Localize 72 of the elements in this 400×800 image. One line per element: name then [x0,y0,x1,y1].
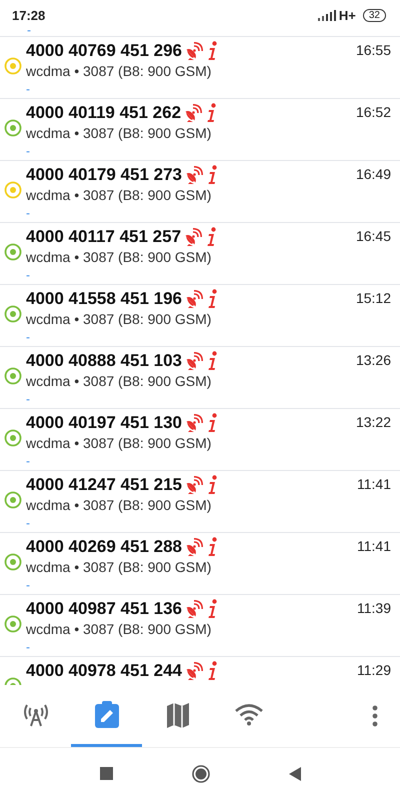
dash-text: - [26,83,31,95]
satellite-dish-icon [185,662,203,680]
info-icon [208,537,218,557]
dash-text: - [26,269,31,281]
time-text: 13:22 [356,413,392,432]
satellite-dish-icon [184,228,202,246]
satellite-dish-icon [185,414,203,432]
info-icon [208,351,218,371]
network-type: H+ [338,8,356,22]
cell-id: 4000 40978 451 244 [26,661,182,681]
cell-id: 4000 41558 451 196 [26,289,182,309]
info-icon [208,41,218,61]
square-icon [98,765,116,783]
cell-id: 4000 41247 451 215 [26,475,182,495]
info-icon [208,599,218,619]
cell-details: wcdma • 3087 (B8: 900 GSM) [26,125,212,141]
satellite-dish-icon [185,476,203,494]
satellite-dish-icon [185,352,203,370]
cell-details: wcdma • 3087 (B8: 900 GSM) [26,435,212,451]
dash-text: - [26,455,31,467]
dash-text: - [26,207,31,219]
cell-id: 4000 40117 451 257 [26,227,182,247]
dash-text: - [26,331,31,343]
satellite-dish-icon [185,166,203,184]
cell-id: 4000 40769 451 296 [26,41,182,61]
dash-text: - [26,579,31,591]
time-text: 15:12 [356,289,392,308]
time-text: 11:41 [357,475,392,494]
time-text: 16:55 [356,41,392,60]
info-icon [207,103,218,123]
time-text: 11:29 [357,661,392,680]
more-icon [372,705,378,727]
signal-icon [318,10,336,20]
battery-level: 32 [362,8,386,22]
dash-text: - [26,641,31,653]
time-text: 11:39 [357,599,392,618]
cell-id: 4000 40888 451 103 [26,351,182,371]
cell-details: wcdma • 3087 (B8: 900 GSM) [26,311,212,327]
cell-id: 4000 40269 451 288 [26,537,182,557]
clock-time: 17:28 [12,8,46,22]
time-text: 16:52 [356,103,392,122]
satellite-dish-icon [185,538,203,556]
info-icon [208,289,218,309]
circle-icon [192,765,210,783]
satellite-dish-icon [184,104,202,122]
cell-details: wcdma • 3087 (B8: 900 GSM) [26,559,212,575]
cell-details: wcdma • 3087 (B8: 900 GSM) [26,249,212,265]
info-icon [208,413,218,433]
cell-details: wcdma • 3087 (B8: 900 GSM) [26,187,212,203]
time-text: 16:45 [356,227,392,246]
cell-details: wcdma • 3087 (B8: 900 GSM) [26,373,212,389]
info-icon [208,475,218,495]
info-icon [207,227,218,247]
info-icon [208,661,218,681]
satellite-dish-icon [185,600,203,618]
cell-id: 4000 40119 451 262 [26,103,182,123]
time-text: 16:49 [356,165,392,184]
time-text: 13:26 [356,351,392,370]
satellite-dish-icon [185,42,203,60]
dash-text: - [26,145,31,157]
cell-id: 4000 40197 451 130 [26,413,182,433]
time-text: 11:41 [357,537,392,556]
cell-details: wcdma • 3087 (B8: 900 GSM) [26,621,212,637]
cell-id: 4000 40179 451 273 [26,165,182,185]
cell-id: 4000 40987 451 136 [26,599,182,619]
dash-text: - [26,393,31,405]
dash-text: - [26,517,31,529]
cell-details: wcdma • 3087 (B8: 900 GSM) [26,63,212,79]
cell-details: wcdma • 3087 (B8: 900 GSM) [26,497,212,513]
satellite-dish-icon [185,290,203,308]
info-icon [208,165,218,185]
dash-text: - [27,30,31,36]
